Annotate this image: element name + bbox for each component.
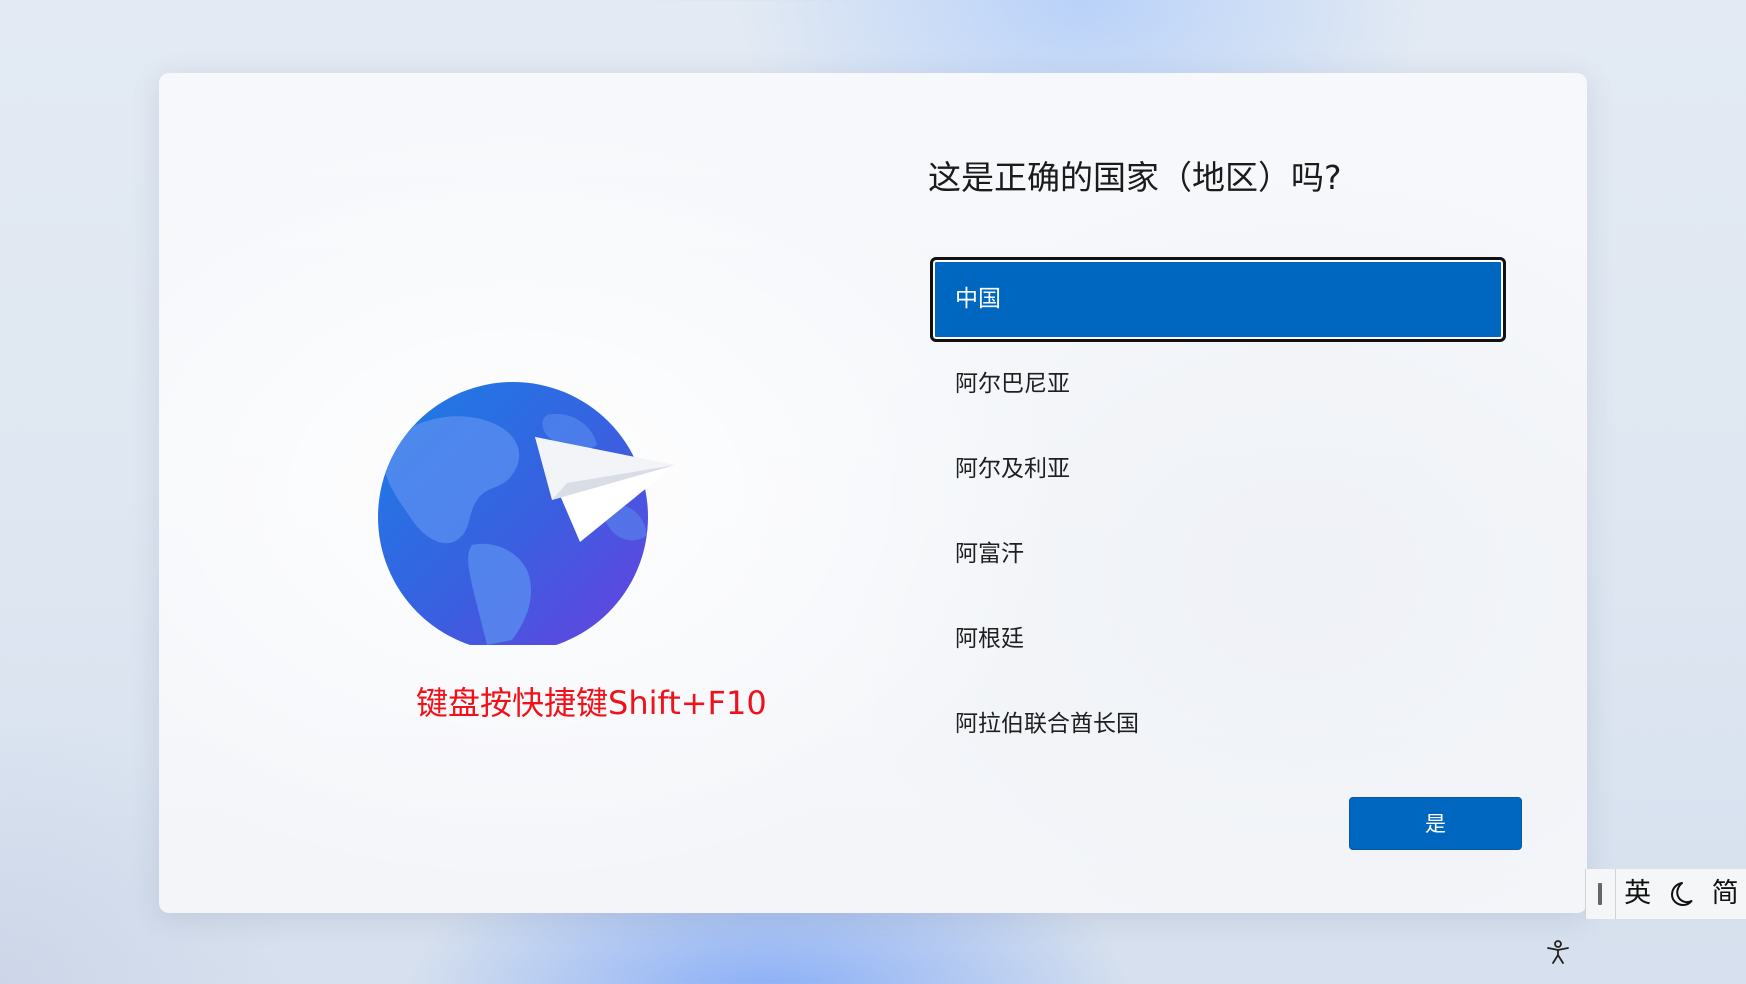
country-item-china[interactable]: 中国 — [930, 257, 1506, 342]
yes-button[interactable]: 是 — [1349, 797, 1522, 850]
country-item-algeria[interactable]: 阿尔及利亚 — [930, 427, 1506, 512]
page-title: 这是正确的国家（地区）吗? — [928, 158, 1342, 197]
ime-toolbar: 英 简 — [1585, 869, 1746, 919]
country-item-uae[interactable]: 阿拉伯联合酋长国 — [930, 682, 1506, 767]
country-list[interactable]: 中国 阿尔巴尼亚 阿尔及利亚 阿富汗 阿根廷 阿拉伯联合酋长国 — [930, 257, 1506, 767]
accessibility-icon[interactable] — [1543, 937, 1573, 967]
half-width-moon-icon[interactable] — [1660, 869, 1704, 919]
shortcut-hint: 键盘按快捷键Shift+F10 — [416, 684, 767, 722]
country-item-afghanistan[interactable]: 阿富汗 — [930, 512, 1506, 597]
ime-script-toggle[interactable]: 简 — [1703, 869, 1746, 919]
globe-paper-plane-icon — [377, 355, 697, 652]
country-item-argentina[interactable]: 阿根廷 — [930, 597, 1506, 682]
ime-mode-toggle[interactable]: 英 — [1616, 869, 1660, 919]
country-item-albania[interactable]: 阿尔巴尼亚 — [930, 342, 1506, 427]
ime-drag-handle[interactable] — [1586, 869, 1616, 919]
oobe-card: 键盘按快捷键Shift+F10 这是正确的国家（地区）吗? 中国 阿尔巴尼亚 阿… — [159, 73, 1587, 913]
